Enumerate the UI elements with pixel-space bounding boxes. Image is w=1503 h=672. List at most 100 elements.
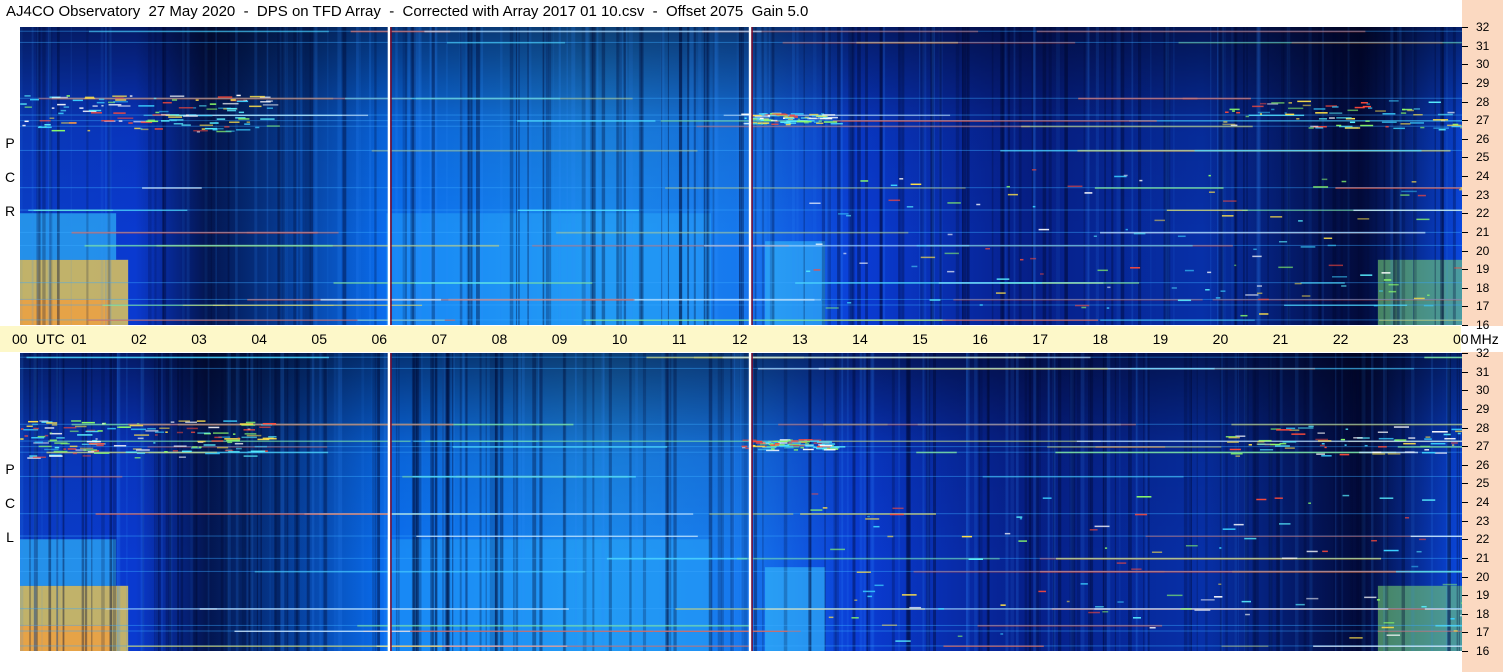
burst-speck	[790, 114, 795, 116]
texture-streak	[1401, 353, 1406, 651]
burst-speck	[1215, 297, 1221, 299]
burst-speck	[1274, 445, 1290, 447]
interference-line	[20, 97, 1462, 99]
frequency-tick-label: 16	[1476, 644, 1490, 658]
texture-streak	[1217, 27, 1219, 325]
texture-streak	[640, 27, 644, 325]
rcp-label-char: P	[5, 135, 15, 151]
texture-streak	[383, 353, 387, 651]
texture-streak	[371, 353, 374, 651]
burst-speck	[262, 422, 277, 425]
texture-streak	[1052, 353, 1056, 651]
texture-streak	[1234, 27, 1237, 325]
burst-speck	[1256, 292, 1263, 295]
texture-streak	[1076, 353, 1080, 651]
burst-speck	[1308, 127, 1314, 129]
burst-speck	[51, 424, 58, 426]
texture-streak	[803, 27, 805, 325]
burst-speck	[63, 426, 77, 429]
burst-speck	[1387, 453, 1401, 455]
burst-speck	[1345, 428, 1349, 430]
burst-speck	[1276, 429, 1292, 431]
burst-speck	[85, 96, 95, 99]
texture-streak	[1393, 27, 1395, 325]
lcp-label-char: C	[4, 495, 16, 511]
burst-speck	[236, 100, 249, 103]
burst-speck	[178, 107, 194, 109]
burst-speck	[1259, 113, 1262, 115]
burst-speck	[178, 456, 186, 458]
texture-streak	[1303, 353, 1307, 651]
texture-streak	[961, 27, 964, 325]
texture-streak	[1246, 27, 1248, 325]
texture-streak	[100, 27, 104, 325]
burst-speck	[244, 433, 257, 435]
burst-speck	[1416, 550, 1422, 553]
texture-streak	[277, 27, 282, 325]
burst-speck	[83, 449, 98, 451]
burst-speck	[1377, 431, 1388, 434]
burst-speck	[1284, 112, 1287, 114]
burst-speck	[816, 441, 832, 443]
burst-speck	[224, 126, 230, 128]
frequency-tick-mark	[1462, 101, 1468, 103]
burst-speck	[225, 130, 235, 132]
texture-streak	[1243, 27, 1245, 325]
frequency-tick-mark	[1462, 287, 1468, 289]
burst-speck	[38, 445, 52, 448]
texture-streak	[857, 27, 861, 325]
texture-streak	[1367, 27, 1370, 325]
burst-speck	[770, 448, 775, 450]
texture-streak	[987, 353, 990, 651]
burst-speck	[69, 430, 79, 433]
burst-speck	[1423, 304, 1434, 307]
burst-speck	[1031, 169, 1037, 171]
frequency-tick-mark	[1462, 576, 1468, 578]
texture-streak	[769, 27, 772, 325]
burst-speck	[996, 278, 1010, 280]
burst-speck	[760, 114, 766, 116]
burst-speck	[1388, 100, 1399, 102]
texture-streak	[571, 27, 576, 325]
interference-line	[20, 231, 1462, 233]
burst-speck	[108, 103, 122, 106]
burst-speck	[67, 448, 77, 450]
burst-speck	[1438, 128, 1446, 131]
burst-speck	[239, 423, 254, 425]
burst-speck	[1344, 127, 1361, 129]
frequency-tick-mark	[1462, 427, 1468, 429]
frequency-tick-label: 22	[1476, 532, 1490, 547]
texture-streak	[933, 353, 937, 651]
burst-speck	[201, 128, 206, 130]
burst-speck	[1284, 447, 1295, 449]
time-axis: 00 UTC 01 02 03 04 05 06 07 08 09 10 11 12 13 14 15 16 17 1…	[0, 326, 1499, 352]
burst-speck	[20, 103, 27, 105]
burst-speck	[1094, 525, 1110, 528]
burst-speck	[1256, 498, 1267, 501]
texture-streak	[410, 27, 414, 325]
texture-streak	[716, 27, 719, 325]
burst-speck	[115, 99, 127, 101]
burst-speck	[957, 635, 963, 638]
burst-speck	[1123, 174, 1128, 177]
burst-speck	[865, 518, 880, 520]
texture-streak	[33, 353, 37, 651]
burst-speck	[810, 509, 823, 511]
frequency-tick-label: 24	[1476, 169, 1490, 183]
burst-speck	[1222, 528, 1236, 530]
burst-speck	[1383, 621, 1395, 624]
burst-speck	[164, 451, 168, 453]
texture-streak	[1183, 353, 1188, 651]
time-tick-label: MHz	[1470, 331, 1499, 347]
burst-speck	[181, 124, 191, 126]
texture-streak	[302, 27, 305, 325]
texture-streak	[465, 27, 467, 325]
burst-speck	[1004, 532, 1011, 535]
texture-streak	[462, 353, 465, 651]
burst-speck	[101, 105, 104, 107]
frequency-axis-lcp: 32 31 30 29 28 27 26 25 24 23 22 21 20 19 18 17 16	[1462, 347, 1503, 672]
burst-speck	[1341, 285, 1347, 287]
burst-speck	[1419, 538, 1426, 541]
texture-streak	[356, 27, 359, 325]
frequency-tick-label: 20	[1476, 243, 1490, 258]
